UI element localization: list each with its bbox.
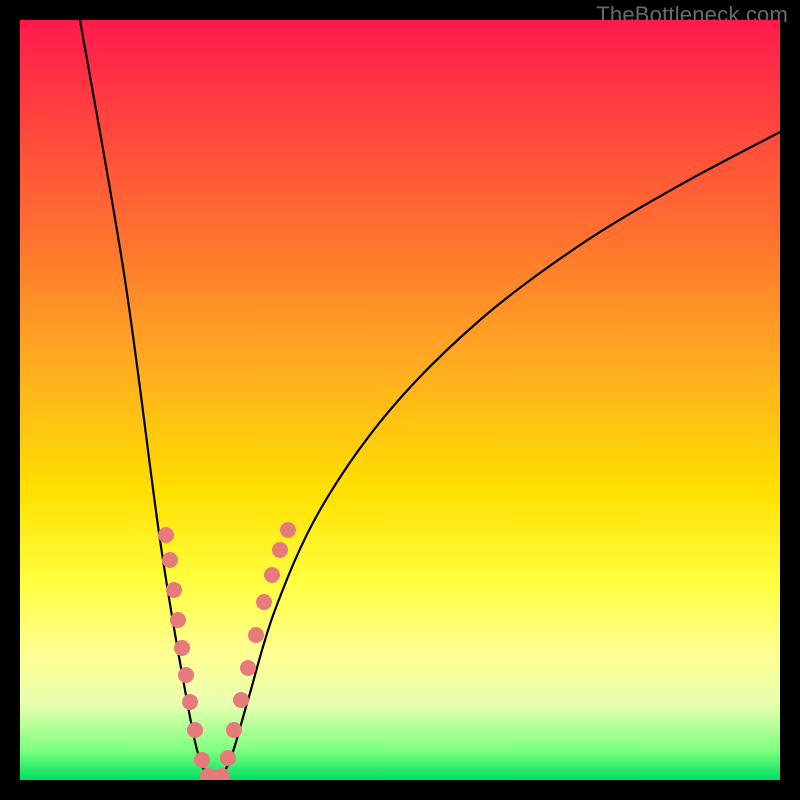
marker-dot bbox=[248, 627, 264, 643]
marker-dot bbox=[233, 692, 249, 708]
marker-dot bbox=[194, 752, 210, 768]
plot-area bbox=[20, 20, 780, 780]
marker-dot bbox=[264, 567, 280, 583]
marker-dot bbox=[214, 768, 230, 780]
marker-dot bbox=[158, 527, 174, 543]
marker-dot bbox=[178, 667, 194, 683]
bottleneck-curve bbox=[80, 20, 780, 780]
marker-dot bbox=[187, 722, 203, 738]
marker-dot bbox=[272, 542, 288, 558]
marker-dot bbox=[174, 640, 190, 656]
marker-dot bbox=[170, 612, 186, 628]
marker-dot bbox=[256, 594, 272, 610]
marker-dot bbox=[240, 660, 256, 676]
marker-dots-group bbox=[158, 522, 296, 780]
marker-dot bbox=[220, 750, 236, 766]
chart-frame: TheBottleneck.com bbox=[0, 0, 800, 800]
marker-dot bbox=[226, 722, 242, 738]
marker-dot bbox=[166, 582, 182, 598]
marker-dot bbox=[182, 694, 198, 710]
marker-dot bbox=[280, 522, 296, 538]
curve-svg bbox=[20, 20, 780, 780]
marker-dot bbox=[162, 552, 178, 568]
